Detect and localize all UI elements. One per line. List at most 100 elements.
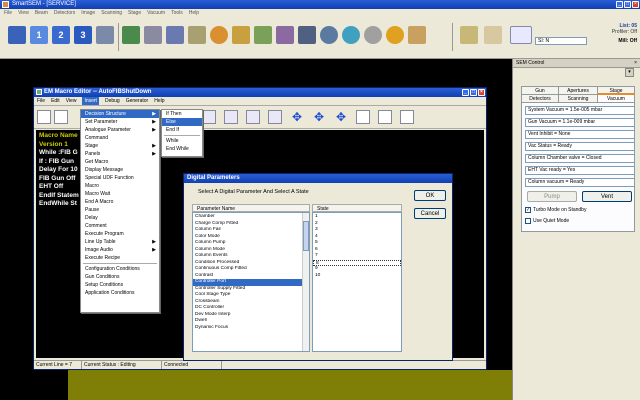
toolbar-snowflake-icon[interactable] [342, 26, 360, 44]
tab-scanning[interactable]: Scanning [558, 94, 598, 102]
decision-while[interactable]: While [162, 137, 202, 145]
close-icon[interactable]: × [478, 89, 485, 96]
close-icon[interactable]: × [634, 59, 637, 68]
macro-menu-debug[interactable]: Debug [105, 97, 120, 105]
insert-menu-command[interactable]: Command [81, 134, 159, 142]
toolbar-stage-icon[interactable] [232, 26, 250, 44]
tab-vacuum[interactable]: Vacuum [597, 93, 635, 102]
quiet-mode-checkbox[interactable] [525, 217, 531, 224]
insert-menu-execute-recipe[interactable]: Execute Recipe [81, 254, 159, 262]
toolbar-sphere-icon[interactable] [386, 26, 404, 44]
insert-menu-get-macro[interactable]: Get Macro [81, 158, 159, 166]
delete-line-icon[interactable] [224, 110, 238, 124]
copy-icon[interactable] [246, 110, 260, 124]
turbo-standby-row[interactable]: ✓ Turbo Mode on Standby [525, 206, 635, 214]
toolbar-image-icon[interactable] [166, 26, 184, 44]
cancel-button[interactable]: Cancel [414, 208, 446, 219]
toolbar-waveform-icon[interactable] [510, 26, 532, 44]
insert-menu-execute-program[interactable]: Execute Program [81, 230, 159, 238]
vent-button[interactable]: Vent [582, 191, 632, 202]
menu-stage[interactable]: Stage [128, 9, 141, 17]
toolbar-grid-icon[interactable] [122, 26, 140, 44]
menu-detectors[interactable]: Detectors [54, 9, 75, 17]
ok-button[interactable]: OK [414, 190, 446, 201]
menu-help[interactable]: Help [189, 9, 199, 17]
macro-menu-file[interactable]: File [37, 97, 45, 105]
minimize-icon[interactable]: _ [462, 89, 469, 96]
tab-apertures[interactable]: Apertures [558, 86, 598, 94]
insert-menu-macro-wait[interactable]: Macro Wait [81, 190, 159, 198]
parameter-scrollbar[interactable] [302, 213, 309, 351]
toolbar-pointer-icon[interactable] [460, 26, 478, 44]
toolbar-detector-icon[interactable] [188, 26, 206, 44]
tab-gun[interactable]: Gun [521, 86, 559, 94]
menu-beam[interactable]: Beam [35, 9, 48, 17]
toolbar-crosshair-icon[interactable] [320, 26, 338, 44]
insert-line-icon[interactable] [202, 110, 216, 124]
decision-else[interactable]: Else [162, 118, 202, 126]
insert-menu-panels[interactable]: Panels ▶ [81, 150, 159, 158]
new-icon[interactable] [37, 110, 51, 124]
toolbar-gear-icon[interactable] [276, 26, 294, 44]
insert-menu-comment[interactable]: Comment [81, 222, 159, 230]
macro-menu-edit[interactable]: Edit [51, 97, 60, 105]
macro-menu-help[interactable]: Help [154, 97, 164, 105]
pump-button[interactable]: Pump [527, 191, 577, 202]
param-item[interactable]: Dynamic Focus [193, 325, 309, 332]
minimize-icon[interactable]: _ [616, 1, 623, 8]
toolbar-camera-icon[interactable] [144, 26, 162, 44]
maximize-icon[interactable]: □ [470, 89, 477, 96]
toolbar-tools-icon[interactable] [408, 26, 426, 44]
insert-menu-pause[interactable]: Pause [81, 206, 159, 214]
insert-menu-analogue-parameter[interactable]: Analogue Parameter ▶ [81, 126, 159, 134]
insert-menu-display-message[interactable]: Display Message [81, 166, 159, 174]
state-list[interactable]: 1 2 3 4 5 6 7 8 9 10 [312, 212, 402, 352]
insert-menu-decision-structure[interactable]: Decision Structure ▶ [81, 110, 159, 118]
maximize-icon[interactable]: □ [624, 1, 631, 8]
insert-menu-macro[interactable]: Macro [81, 182, 159, 190]
toolbar-tree-icon[interactable] [254, 26, 272, 44]
insert-menu-line-up-table[interactable]: Line Up Table ▶ [81, 238, 159, 246]
si-select[interactable]: SI: N [535, 37, 587, 45]
toolbar-target-icon[interactable] [298, 26, 316, 44]
insert-menu-image-audio[interactable]: Image Audio ▶ [81, 246, 159, 254]
insert-menu-delay[interactable]: Delay [81, 214, 159, 222]
insert-menu-application-conditions[interactable]: Application Conditions [81, 289, 159, 297]
menu-view[interactable]: View [18, 9, 29, 17]
menu-file[interactable]: File [4, 9, 12, 17]
menu-tools[interactable]: Tools [171, 9, 183, 17]
decision-if-then[interactable]: If Then [162, 110, 202, 118]
close-icon[interactable]: × [632, 1, 639, 8]
tab-detectors[interactable]: Detectors [521, 94, 559, 102]
step-icon[interactable] [378, 110, 392, 124]
open-icon[interactable] [54, 110, 68, 124]
menu-vacuum[interactable]: Vacuum [147, 9, 165, 17]
state-item[interactable]: 10 [313, 273, 401, 280]
insert-menu-configuration-conditions[interactable]: Configuration Conditions [81, 265, 159, 273]
toolbar-home-icon[interactable] [8, 26, 26, 44]
toolbar-hand-icon[interactable] [484, 26, 502, 44]
insert-menu-end-macro[interactable]: End A Macro [81, 198, 159, 206]
insert-menu-setup-conditions[interactable]: Setup Conditions [81, 281, 159, 289]
macro-menu-insert[interactable]: Insert [82, 97, 99, 105]
macro-menu-generator[interactable]: Generator [126, 97, 149, 105]
quiet-mode-row[interactable]: Use Quiet Mode [525, 217, 635, 225]
stop-icon[interactable] [400, 110, 414, 124]
toolbar-preset-1-icon[interactable]: 1 [30, 26, 48, 44]
move-icon[interactable]: ✥ [290, 110, 304, 124]
menu-scanning[interactable]: Scanning [101, 9, 122, 17]
decision-end-while[interactable]: End While [162, 145, 202, 153]
toolbar-preset-2-icon[interactable]: 2 [52, 26, 70, 44]
macro-menu-view[interactable]: View [66, 97, 77, 105]
menu-image[interactable]: Image [81, 9, 95, 17]
run-icon[interactable] [356, 110, 370, 124]
toolbar-globe-icon[interactable] [364, 26, 382, 44]
move-down-icon[interactable]: ✥ [334, 110, 348, 124]
insert-menu-gun-conditions[interactable]: Gun Conditions [81, 273, 159, 281]
decision-end-if[interactable]: End If [162, 126, 202, 134]
scrollbar-thumb[interactable] [303, 221, 309, 251]
toolbar-beam-icon[interactable] [210, 26, 228, 44]
toolbar-scan-icon[interactable] [96, 26, 114, 44]
move-up-icon[interactable]: ✥ [312, 110, 326, 124]
toolbar-preset-3-icon[interactable]: 3 [74, 26, 92, 44]
